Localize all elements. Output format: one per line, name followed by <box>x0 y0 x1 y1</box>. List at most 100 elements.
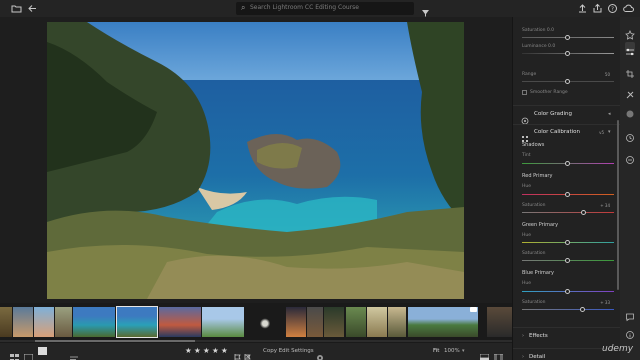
red-saturation-slider[interactable] <box>522 212 614 213</box>
chevron-right-icon[interactable]: › <box>522 333 524 339</box>
filmstrip-thumbnail[interactable] <box>55 307 72 337</box>
edited-badge-icon <box>470 307 477 312</box>
tool-icon-bar <box>620 17 640 360</box>
search-input[interactable]: ⌕ Search Lightroom CC Editing Course <box>236 2 414 15</box>
calibration-version[interactable]: v5 <box>599 130 604 135</box>
star-5-icon[interactable]: ★ <box>221 346 228 355</box>
grid-view-icon[interactable] <box>10 347 19 360</box>
filmstrip-toggle-icon[interactable] <box>493 347 504 360</box>
presets-icon[interactable] <box>625 150 635 164</box>
color-grading-title[interactable]: Color Grading <box>534 111 572 117</box>
blue-hue-thumb[interactable] <box>565 289 570 294</box>
reject-flag-icon[interactable] <box>244 347 252 360</box>
flag-icon[interactable] <box>234 347 242 360</box>
search-icon: ⌕ <box>241 3 246 12</box>
green-saturation-thumb[interactable] <box>565 258 570 263</box>
red-hue-thumb[interactable] <box>565 192 570 197</box>
chevron-right-icon[interactable]: › <box>522 354 524 360</box>
filmstrip-thumbnail[interactable] <box>202 307 244 337</box>
red-saturation-thumb[interactable] <box>580 210 586 215</box>
panel-scrollbar[interactable] <box>617 120 619 290</box>
range-label: Range <box>522 72 537 77</box>
zoom-level[interactable]: 100% <box>444 348 460 354</box>
filmstrip-thumbnail[interactable] <box>159 307 201 337</box>
green-saturation-label: Saturation <box>522 251 546 256</box>
shadows-label: Shadows <box>522 142 545 148</box>
info-icon[interactable] <box>625 325 635 339</box>
filmstrip-thumbnail[interactable] <box>367 307 387 337</box>
blue-saturation-thumb[interactable] <box>579 307 585 312</box>
back-arrow-icon[interactable] <box>27 3 38 14</box>
image-canvas[interactable] <box>0 17 512 303</box>
calibration-icon <box>521 128 529 142</box>
blue-saturation-label: Saturation <box>522 300 546 305</box>
comment-icon[interactable] <box>625 307 635 322</box>
filmstrip-thumbnail[interactable] <box>487 307 512 337</box>
star-4-icon[interactable]: ★ <box>212 346 219 355</box>
main-photo[interactable] <box>47 22 464 299</box>
settings-gear-icon[interactable] <box>316 347 324 360</box>
range-thumb[interactable] <box>565 79 570 84</box>
filmstrip-scroll-thumb[interactable] <box>35 340 195 342</box>
divider <box>513 327 620 328</box>
chevron-down-icon[interactable]: ▾ <box>608 129 611 135</box>
filmstrip-thumbnail[interactable] <box>286 307 306 337</box>
healing-brush-icon[interactable] <box>625 85 635 99</box>
star-2-icon[interactable]: ★ <box>194 346 201 355</box>
filmstrip-thumbnail[interactable] <box>73 307 115 337</box>
copy-edit-settings-button[interactable]: Copy Edit Settings <box>258 346 318 357</box>
smoother-range-checkbox[interactable] <box>522 90 527 95</box>
sort-icon[interactable] <box>70 348 78 360</box>
udemy-watermark: udemy <box>602 344 634 354</box>
filmstrip-thumbnail[interactable] <box>245 307 285 337</box>
filmstrip-thumbnail[interactable] <box>307 307 323 337</box>
svg-text:?: ? <box>611 7 614 13</box>
masking-icon[interactable] <box>625 104 635 118</box>
filter-icon[interactable] <box>421 3 430 17</box>
hsl-saturation-thumb[interactable] <box>565 35 570 40</box>
crop-icon[interactable] <box>625 64 635 78</box>
filmstrip-thumbnail[interactable] <box>0 307 12 337</box>
effects-title[interactable]: Effects <box>529 333 548 339</box>
star-1-icon[interactable]: ★ <box>185 346 192 355</box>
top-bar: ⌕ Search Lightroom CC Editing Course ? <box>0 0 640 17</box>
upload-icon[interactable] <box>577 3 588 14</box>
filmstrip-thumbnail[interactable] <box>324 307 344 337</box>
smoother-range-label: Smoother Range <box>530 90 568 95</box>
filmstrip <box>0 303 512 343</box>
chevron-down-icon[interactable]: ▾ <box>462 348 465 354</box>
share-icon[interactable] <box>592 3 603 14</box>
rating-icon[interactable] <box>625 25 635 40</box>
filmstrip-thumbnail[interactable] <box>408 307 478 337</box>
filmstrip-thumbnail[interactable] <box>13 307 33 337</box>
filmstrip-thumbnail[interactable] <box>388 307 406 337</box>
blue-saturation-slider[interactable] <box>522 309 614 310</box>
blue-saturation-value: + 33 <box>600 300 610 305</box>
shadows-tint-label: Tint <box>522 153 531 158</box>
fit-label[interactable]: Fit <box>433 348 439 354</box>
red-saturation-label: Saturation <box>522 203 546 208</box>
bottom-bar: ★ ★ ★ ★ ★ Copy Edit Settings Fit 100% ▾ <box>0 343 512 360</box>
filmstrip-thumbnail-selected[interactable] <box>116 306 158 338</box>
filmstrip-scrollbar[interactable] <box>0 340 512 342</box>
hsl-luminance-thumb[interactable] <box>565 51 570 56</box>
detail-title[interactable]: Detail <box>529 354 545 360</box>
shadows-tint-thumb[interactable] <box>565 161 570 166</box>
folder-icon[interactable] <box>11 3 22 14</box>
star-3-icon[interactable]: ★ <box>203 346 210 355</box>
filmstrip-thumbnail[interactable] <box>34 307 54 337</box>
detail-view-icon[interactable] <box>38 347 47 355</box>
cloud-sync-icon[interactable] <box>623 3 634 14</box>
blue-primary-label: Blue Primary <box>522 270 554 276</box>
history-icon[interactable] <box>625 128 635 142</box>
range-value: 50 <box>604 72 610 77</box>
help-icon[interactable]: ? <box>607 3 618 14</box>
chevron-down-icon[interactable]: ◂ <box>608 111 611 117</box>
edit-sliders-icon[interactable] <box>625 42 635 56</box>
filmstrip-thumbnail[interactable] <box>346 307 366 337</box>
color-calibration-title[interactable]: Color Calibration <box>534 129 580 135</box>
square-grid-icon[interactable] <box>23 347 34 360</box>
compare-view-icon[interactable] <box>479 347 490 360</box>
green-hue-thumb[interactable] <box>565 240 570 245</box>
red-saturation-value: + 34 <box>600 203 610 208</box>
